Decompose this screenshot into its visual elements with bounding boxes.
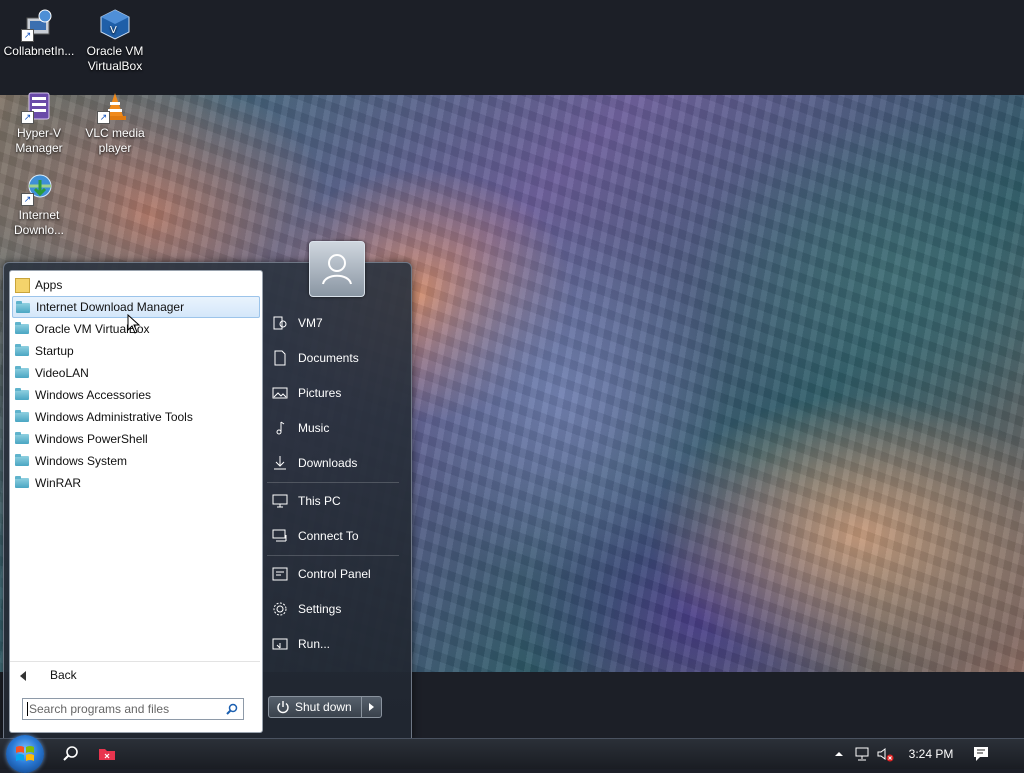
control-panel-icon — [272, 567, 288, 581]
windows-logo-icon — [16, 746, 34, 761]
run-icon — [272, 638, 288, 650]
programs-pane: Apps Internet Download Manager Oracle VM… — [9, 270, 263, 733]
right-item-pictures[interactable]: Pictures — [267, 379, 399, 407]
right-item-run[interactable]: Run... — [267, 630, 399, 658]
desktop-icon-collabnet[interactable]: ↗ CollabnetIn... — [0, 2, 78, 59]
mouse-cursor-icon — [127, 314, 141, 334]
program-item-startup[interactable]: Startup — [12, 340, 260, 362]
folder-icon — [15, 344, 29, 356]
program-list: Apps Internet Download Manager Oracle VM… — [10, 274, 262, 494]
virtualbox-icon: V — [99, 8, 131, 40]
program-item-windows-accessories[interactable]: Windows Accessories — [12, 384, 260, 406]
program-item-windows-system[interactable]: Windows System — [12, 450, 260, 472]
desktop-icon-vlc[interactable]: ↗ VLC media player — [76, 84, 154, 156]
program-item-apps[interactable]: Apps — [12, 274, 260, 296]
right-item-music[interactable]: Music — [267, 414, 399, 442]
shutdown-button[interactable]: Shut down — [268, 696, 362, 718]
pictures-icon — [272, 387, 288, 399]
right-item-settings[interactable]: Settings — [267, 595, 399, 623]
back-arrow-icon — [20, 671, 26, 681]
music-icon — [276, 421, 285, 435]
clock[interactable]: 3:24 PM — [906, 739, 956, 769]
right-item-downloads[interactable]: Downloads — [267, 449, 399, 477]
vlc-cone-icon: ↗ — [97, 90, 131, 124]
start-button[interactable] — [6, 735, 44, 773]
network-icon[interactable] — [854, 745, 872, 763]
right-item-vm7[interactable]: VM7 — [267, 309, 399, 337]
folder-icon — [16, 301, 30, 313]
internet-download-manager-icon: ↗ — [21, 172, 55, 206]
folder-icon — [15, 454, 29, 466]
documents-icon — [274, 350, 286, 366]
back-button[interactable]: Back — [10, 661, 260, 687]
desktop-icon-hyperv[interactable]: ↗ Hyper-V Manager — [0, 84, 78, 156]
program-item-videolan[interactable]: VideoLAN — [12, 362, 260, 384]
start-menu: Apps Internet Download Manager Oracle VM… — [3, 241, 412, 740]
chevron-up-icon[interactable] — [830, 745, 848, 763]
folder-icon — [15, 410, 29, 422]
gear-icon — [273, 602, 287, 616]
apps-icon — [15, 278, 30, 293]
folder-icon — [15, 432, 29, 444]
connect-to-icon — [272, 529, 287, 542]
folder-icon — [15, 476, 29, 488]
shutdown-options-button[interactable] — [362, 696, 382, 718]
user-avatar[interactable] — [309, 241, 365, 297]
desktop-icon-virtualbox[interactable]: V Oracle VM VirtualBox — [76, 2, 154, 74]
separator — [267, 482, 399, 483]
program-item-windows-powershell[interactable]: Windows PowerShell — [12, 428, 260, 450]
program-item-windows-administrative-tools[interactable]: Windows Administrative Tools — [12, 406, 260, 428]
taskbar: 3:24 PM — [0, 735, 1024, 773]
downloads-icon — [274, 456, 286, 470]
user-folder-icon — [273, 316, 287, 330]
search-icon[interactable] — [226, 703, 238, 715]
notifications-icon[interactable] — [972, 745, 990, 763]
collabnet-icon: ↗ — [21, 8, 55, 42]
svg-text:V: V — [110, 25, 117, 36]
folder-app-icon[interactable] — [98, 745, 116, 763]
volume-muted-icon[interactable] — [876, 745, 894, 763]
user-icon — [322, 254, 352, 285]
search-icon[interactable] — [62, 745, 80, 763]
right-item-documents[interactable]: Documents — [267, 344, 399, 372]
right-item-this-pc[interactable]: This PC — [267, 487, 399, 515]
separator — [267, 555, 399, 556]
power-icon — [277, 701, 289, 714]
folder-icon — [15, 366, 29, 378]
folder-icon — [15, 322, 29, 334]
desktop-icon-idm[interactable]: ↗ Internet Downlo... — [0, 166, 78, 238]
right-item-connect-to[interactable]: Connect To — [267, 522, 399, 550]
search-input[interactable]: Search programs and files — [22, 698, 244, 720]
folder-icon — [15, 388, 29, 400]
hyperv-manager-icon: ↗ — [21, 90, 55, 124]
computer-icon — [272, 494, 288, 508]
program-item-winrar[interactable]: WinRAR — [12, 472, 260, 494]
right-item-control-panel[interactable]: Control Panel — [267, 560, 399, 588]
